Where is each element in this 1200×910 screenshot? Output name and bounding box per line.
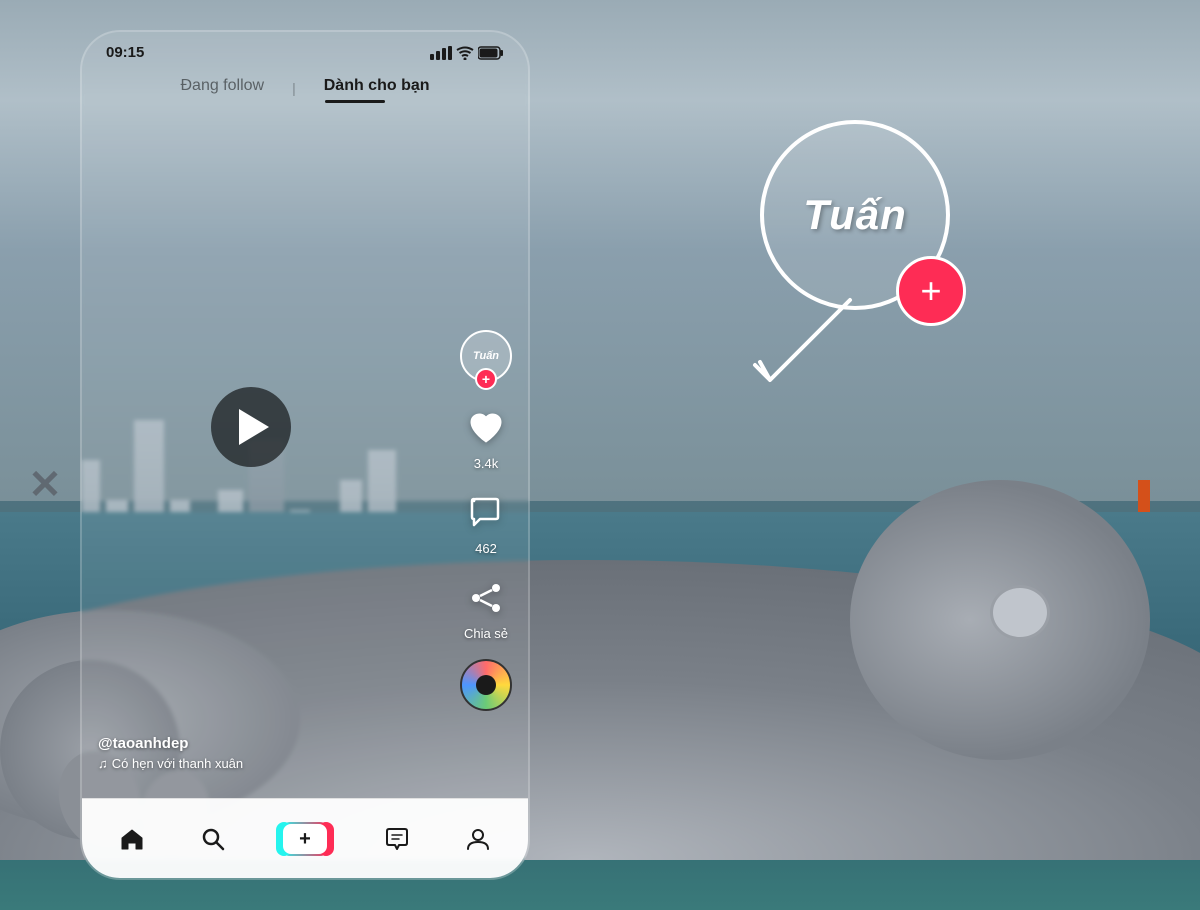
nav-create[interactable]: + — [268, 814, 342, 864]
status-bar: 09:15 — [82, 32, 528, 69]
tuan-circle: Tuấn + — [760, 120, 950, 310]
inbox-icon — [384, 826, 410, 852]
home-icon — [119, 826, 145, 852]
status-icons — [430, 46, 504, 60]
avatar-follow-button[interactable]: + — [475, 368, 497, 390]
play-triangle-icon — [239, 409, 269, 445]
video-username: @taoanhdep — [98, 735, 243, 752]
music-disc[interactable] — [460, 659, 512, 711]
video-music: ♫ Có hẹn với thanh xuân — [98, 756, 243, 771]
nav-home[interactable] — [107, 818, 157, 860]
tab-underline — [325, 100, 385, 103]
video-area[interactable]: Tuấn + 3.4k 462 — [82, 111, 528, 791]
arrow-annotation — [690, 290, 890, 410]
nav-profile[interactable] — [453, 818, 503, 860]
kaws-chest-circle — [990, 585, 1050, 640]
create-btn-inner: + — [283, 824, 327, 854]
nav-inbox[interactable] — [372, 818, 422, 860]
comment-count: 462 — [475, 541, 497, 556]
comment-icon — [462, 489, 510, 537]
signal-bar-1 — [430, 54, 434, 60]
signal-bar-3 — [442, 48, 446, 60]
music-note-icon: ♫ — [98, 756, 108, 771]
sidebar-actions: Tuấn + 3.4k 462 — [460, 330, 512, 711]
status-time: 09:15 — [106, 44, 144, 61]
share-icon — [462, 574, 510, 622]
video-info: @taoanhdep ♫ Có hẹn với thanh xuân — [98, 735, 243, 771]
create-plus-icon: + — [299, 829, 311, 849]
kaws-x-mark: ✕ — [20, 460, 70, 510]
music-title: Có hẹn với thanh xuân — [112, 756, 243, 771]
bottom-nav: + — [82, 798, 528, 878]
tab-foryou[interactable]: Dành cho bạn — [320, 75, 434, 101]
comment-action[interactable]: 462 — [462, 489, 510, 556]
music-disc-inner — [476, 675, 496, 695]
share-label: Chia sẻ — [464, 626, 508, 641]
play-button[interactable] — [211, 387, 291, 467]
tuan-name-text: Tuấn — [803, 191, 907, 239]
signal-bar-4 — [448, 46, 452, 60]
nav-search[interactable] — [188, 818, 238, 860]
create-button[interactable]: + — [280, 822, 330, 856]
profile-icon — [465, 826, 491, 852]
nav-tabs: Đang follow | Dành cho bạn — [82, 69, 528, 111]
follow-plus-button[interactable]: + — [896, 256, 966, 326]
tab-divider: | — [292, 75, 296, 101]
avatar-text: Tuấn — [473, 350, 499, 362]
battery-icon — [478, 46, 504, 60]
plus-red-icon: + — [920, 273, 941, 309]
signal-bars — [430, 46, 452, 60]
tab-following[interactable]: Đang follow — [176, 75, 268, 101]
share-action[interactable]: Chia sẻ — [462, 574, 510, 641]
like-action[interactable]: 3.4k — [462, 404, 510, 471]
phone-frame: 09:15 Đang follow | Dành ch — [80, 30, 530, 880]
avatar-container[interactable]: Tuấn + — [460, 330, 512, 382]
signal-bar-2 — [436, 51, 440, 60]
wifi-icon — [456, 46, 474, 60]
arrow-svg — [690, 290, 890, 410]
heart-icon — [462, 404, 510, 452]
search-icon — [200, 826, 226, 852]
like-count: 3.4k — [474, 456, 499, 471]
